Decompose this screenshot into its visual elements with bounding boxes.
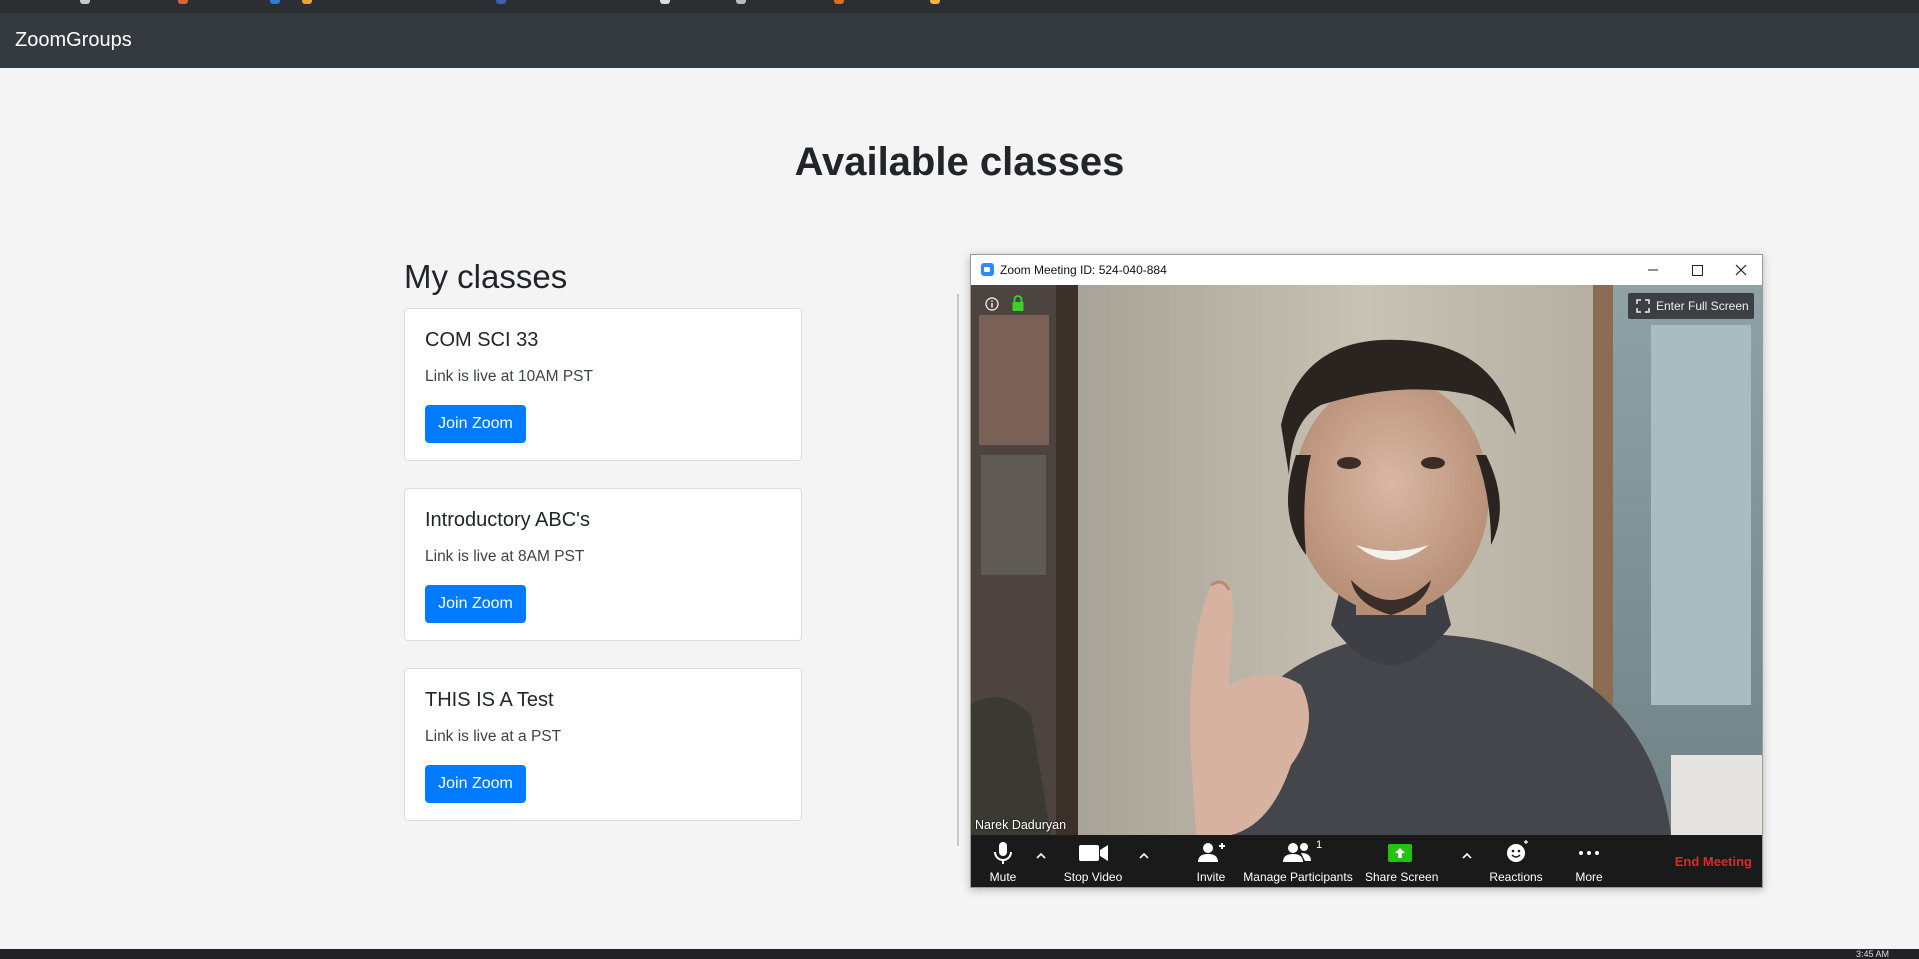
- info-icon[interactable]: [985, 297, 999, 311]
- class-card: Introductory ABC's Link is live at 8AM P…: [404, 488, 802, 641]
- maximize-button[interactable]: [1675, 255, 1719, 285]
- video-camera-icon: [1079, 845, 1108, 861]
- video-feed: Enter Full Screen Narek Daduryan: [971, 285, 1762, 835]
- bookmark-icon[interactable]: [80, 0, 90, 4]
- share-options-chevron-up-icon[interactable]: [1460, 849, 1474, 863]
- class-schedule-text: Link is live at 10AM PST: [425, 368, 593, 385]
- reactions-button[interactable]: Reactions: [1481, 835, 1551, 887]
- navbar: ZoomGroups: [0, 13, 1919, 68]
- video-options-chevron-up-icon[interactable]: [1137, 849, 1151, 863]
- close-icon: [1735, 264, 1747, 276]
- stop-video-button[interactable]: Stop Video: [1053, 835, 1133, 887]
- class-title: Introductory ABC's: [425, 509, 590, 531]
- stop-video-label: Stop Video: [1063, 870, 1123, 884]
- class-card: THIS IS A Test Link is live at a PST Joi…: [404, 668, 802, 821]
- class-title: THIS IS A Test: [425, 689, 554, 711]
- enter-full-screen-button[interactable]: Enter Full Screen: [1628, 293, 1754, 319]
- bookmark-icon[interactable]: [660, 0, 670, 4]
- bookmark-icon[interactable]: [834, 0, 844, 4]
- bookmark-icon[interactable]: [270, 0, 280, 4]
- close-button[interactable]: [1719, 255, 1763, 285]
- mute-button[interactable]: Mute: [981, 835, 1025, 887]
- class-schedule-text: Link is live at a PST: [425, 728, 562, 745]
- end-meeting-button[interactable]: End Meeting: [1675, 854, 1752, 869]
- taskbar-clock: 3:45 AM: [1855, 949, 1889, 959]
- bookmark-icon[interactable]: [302, 0, 312, 4]
- bookmark-icon[interactable]: [178, 0, 188, 4]
- microphone-icon: [994, 842, 1012, 864]
- share-screen-icon: [1388, 844, 1412, 862]
- divider: [957, 294, 959, 846]
- reactions-label: Reactions: [1489, 870, 1543, 884]
- class-title: COM SCI 33: [425, 329, 539, 351]
- add-person-icon: [1198, 843, 1225, 862]
- more-dots-icon: [1579, 851, 1599, 855]
- os-taskbar: 3:45 AM: [0, 949, 1919, 959]
- audio-options-chevron-up-icon[interactable]: [1034, 849, 1048, 863]
- lock-icon[interactable]: [1011, 295, 1025, 312]
- bookmark-icon[interactable]: [736, 0, 746, 4]
- zoom-titlebar[interactable]: Zoom Meeting ID: 524-040-884: [971, 255, 1762, 285]
- manage-participants-button[interactable]: 1 Manage Participants: [1243, 835, 1353, 887]
- participant-count-badge: 1: [1316, 839, 1323, 851]
- navbar-brand[interactable]: ZoomGroups: [15, 29, 132, 52]
- zoom-logo-icon: [981, 263, 994, 276]
- minimize-button[interactable]: [1631, 255, 1675, 285]
- join-zoom-button[interactable]: Join Zoom: [425, 405, 526, 443]
- join-zoom-button[interactable]: Join Zoom: [425, 765, 526, 803]
- mute-label: Mute: [989, 870, 1017, 884]
- bookmark-icon[interactable]: [496, 0, 506, 4]
- invite-button[interactable]: Invite: [1186, 835, 1236, 887]
- fullscreen-label: Enter Full Screen: [1656, 299, 1749, 313]
- my-classes-heading: My classes: [404, 258, 568, 295]
- share-screen-button[interactable]: Share Screen: [1365, 835, 1439, 887]
- class-schedule-text: Link is live at 8AM PST: [425, 548, 585, 565]
- meeting-controls-toolbar: Mute Stop Video Invite 1 Manage Particip…: [971, 835, 1762, 887]
- maximize-icon: [1692, 265, 1703, 276]
- fullscreen-icon: [1636, 299, 1650, 313]
- zoom-window-title: Zoom Meeting ID: 524-040-884: [1000, 263, 1167, 277]
- browser-bookmarks-strip: [0, 0, 1919, 13]
- smiley-icon: [1507, 840, 1528, 862]
- class-card: COM SCI 33 Link is live at 10AM PST Join…: [404, 308, 802, 461]
- more-button[interactable]: More: [1559, 835, 1619, 887]
- participant-name-label: Narek Daduryan: [975, 818, 1067, 832]
- more-label: More: [1575, 870, 1603, 884]
- participant-video-image: [971, 285, 1762, 835]
- invite-label: Invite: [1196, 870, 1226, 884]
- join-zoom-button[interactable]: Join Zoom: [425, 585, 526, 623]
- participants-icon: [1283, 843, 1311, 862]
- minimize-icon: [1648, 269, 1658, 271]
- bookmark-icon[interactable]: [930, 0, 940, 4]
- share-screen-label: Share Screen: [1365, 870, 1439, 884]
- manage-participants-label: Manage Participants: [1243, 870, 1353, 884]
- zoom-meeting-window: Zoom Meeting ID: 524-040-884 Enter Full …: [970, 254, 1763, 888]
- page-title: Available classes: [794, 140, 1125, 184]
